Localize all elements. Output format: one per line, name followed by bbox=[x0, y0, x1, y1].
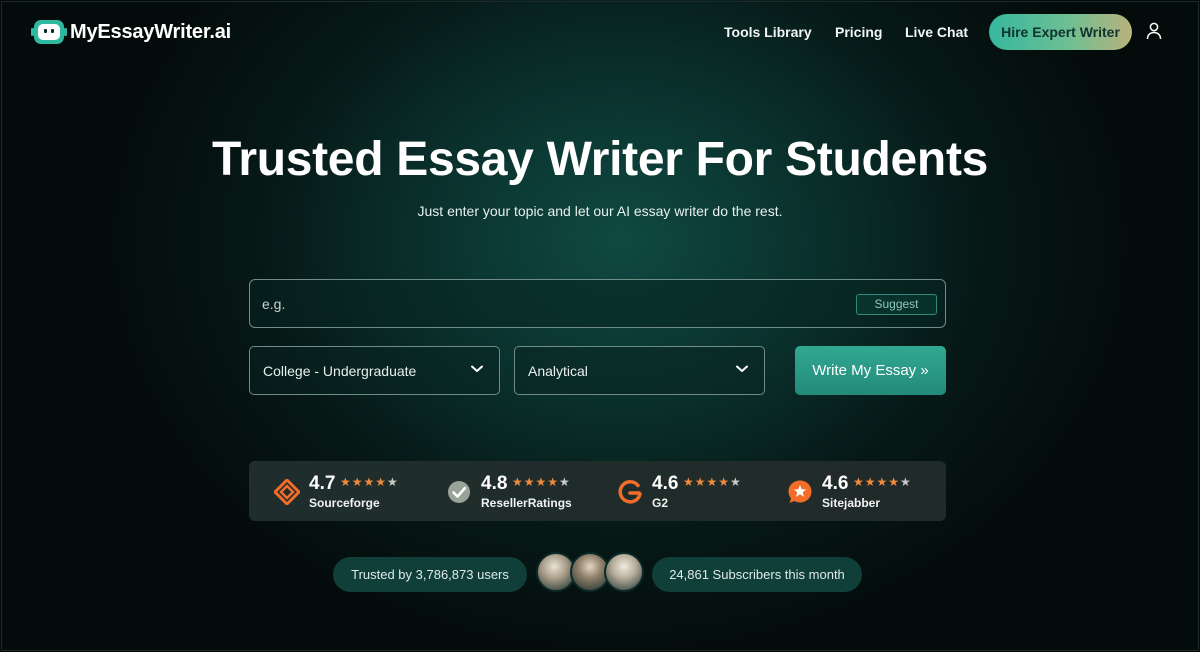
subscribers-badge: 24,861 Subscribers this month bbox=[652, 557, 862, 592]
trusted-users-badge: Trusted by 3,786,873 users bbox=[333, 557, 527, 592]
nav-link-pricing[interactable]: Pricing bbox=[835, 24, 882, 40]
rating-g2[interactable]: 4.6 ★★★★★ G2 bbox=[617, 461, 757, 521]
sitejabber-icon bbox=[788, 480, 812, 503]
sourceforge-icon bbox=[274, 479, 300, 505]
write-my-essay-button[interactable]: Write My Essay » bbox=[795, 346, 946, 395]
nav-link-tools-library[interactable]: Tools Library bbox=[724, 24, 812, 40]
rating-score: 4.8 bbox=[481, 473, 508, 494]
rating-score: 4.6 bbox=[822, 473, 849, 494]
hire-expert-writer-button[interactable]: Hire Expert Writer bbox=[989, 14, 1132, 50]
essay-type-value: Analytical bbox=[528, 363, 588, 379]
chevron-down-icon bbox=[736, 365, 748, 372]
rating-score: 4.7 bbox=[309, 473, 336, 494]
brand-name: MyEssayWriter.ai bbox=[70, 20, 231, 43]
rating-source-name: Sitejabber bbox=[822, 496, 881, 510]
avatar bbox=[604, 552, 644, 592]
rating-source-name: Sourceforge bbox=[309, 496, 380, 510]
rating-sitejabber[interactable]: 4.6 ★★★★★ Sitejabber bbox=[787, 461, 937, 521]
ratings-bar: 4.7 ★★★★★ Sourceforge 4.8 ★★★★★ Reseller… bbox=[249, 461, 946, 521]
rating-source-name: G2 bbox=[652, 496, 669, 510]
chevron-down-icon bbox=[471, 365, 483, 372]
rating-source-name: ResellerRatings bbox=[481, 496, 572, 510]
star-rating-icon: ★★★★★ bbox=[512, 475, 571, 489]
brand-logo[interactable]: MyEssayWriter.ai bbox=[31, 20, 231, 44]
academic-level-value: College - Undergraduate bbox=[263, 363, 417, 379]
star-rating-icon: ★★★★★ bbox=[683, 475, 742, 489]
nav-link-live-chat[interactable]: Live Chat bbox=[905, 24, 968, 40]
hero-subtitle: Just enter your topic and let our AI ess… bbox=[417, 203, 783, 219]
star-rating-icon: ★★★★★ bbox=[853, 475, 912, 489]
hero-title: Trusted Essay Writer For Students bbox=[211, 133, 989, 186]
g2-icon bbox=[618, 480, 642, 504]
rating-resellerratings[interactable]: 4.8 ★★★★★ ResellerRatings bbox=[446, 461, 596, 521]
top-navigation: MyEssayWriter.ai Tools Library Pricing L… bbox=[0, 0, 1200, 64]
rating-score: 4.6 bbox=[652, 473, 679, 494]
topic-input[interactable] bbox=[262, 292, 822, 316]
user-avatar-group bbox=[536, 552, 644, 592]
essay-type-select[interactable]: Analytical bbox=[514, 346, 765, 395]
academic-level-select[interactable]: College - Undergraduate bbox=[249, 346, 500, 395]
user-account-icon[interactable] bbox=[1146, 22, 1162, 40]
resellerratings-icon bbox=[448, 481, 470, 503]
rating-sourceforge[interactable]: 4.7 ★★★★★ Sourceforge bbox=[274, 461, 414, 521]
topic-field: Suggest bbox=[249, 279, 946, 328]
star-rating-icon: ★★★★★ bbox=[340, 475, 399, 489]
suggest-button[interactable]: Suggest bbox=[856, 294, 937, 315]
robot-logo-icon bbox=[31, 20, 67, 44]
